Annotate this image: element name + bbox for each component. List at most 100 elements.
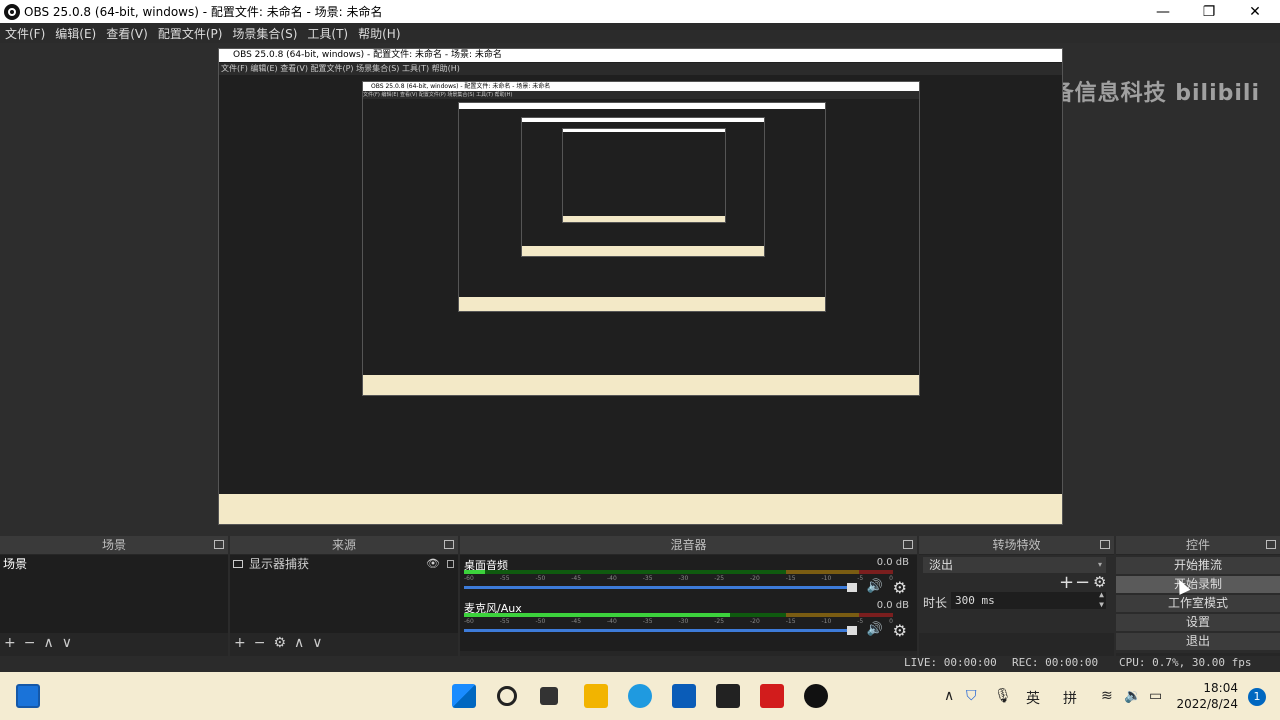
notification-badge[interactable]: 1 <box>1248 688 1266 706</box>
mixer-track-mic: 麦克风/Aux 0.0 dB -60 -55 -50 -45 -40 -35 -30 -25-… <box>464 600 909 640</box>
intellij-icon[interactable] <box>716 684 740 708</box>
shield-icon[interactable]: ⛉ <box>966 688 977 704</box>
obs-logo-icon <box>4 3 20 20</box>
menu-help[interactable]: 帮助(H) <box>353 25 405 42</box>
sources-toolbar: + − ⚙ ∧ ∨ <box>230 634 458 652</box>
move-down-icon[interactable]: ∨ <box>62 635 72 651</box>
controls-dock: 控件 开始推流 开始录制 工作室模式 设置 退出 <box>1116 536 1280 656</box>
close-icon: ✕ <box>1249 3 1261 20</box>
volume-slider[interactable] <box>464 583 857 592</box>
system-clock[interactable]: 18:04 2022/8/24 <box>1176 680 1238 712</box>
start-recording-button[interactable]: 开始录制 <box>1116 576 1280 593</box>
battery-icon[interactable]: ▭ <box>1149 688 1162 704</box>
menu-profile[interactable]: 配置文件(P) <box>153 25 228 42</box>
float-dock-icon[interactable] <box>903 540 913 549</box>
nested-menu-1: 文件(F) 编辑(E) 查看(V) 配置文件(P) 场景集合(S) 工具(T) … <box>219 63 1062 75</box>
float-dock-icon[interactable] <box>214 540 224 549</box>
remove-transition-icon[interactable]: − <box>1075 572 1090 593</box>
close-button[interactable]: ✕ <box>1232 0 1278 23</box>
minimize-icon: — <box>1156 3 1170 20</box>
float-dock-icon[interactable] <box>444 540 454 549</box>
studio-mode-button[interactable]: 工作室模式 <box>1116 595 1280 612</box>
lock-icon[interactable] <box>447 560 454 568</box>
transition-select-value: 淡出 <box>929 558 954 572</box>
file-explorer-icon[interactable] <box>584 684 608 708</box>
float-dock-icon[interactable] <box>1266 540 1276 549</box>
preview-canvas[interactable]: 图宁完备信息科技 bilibili OBS 25.0.8 (64-bit, wi… <box>0 43 1280 536</box>
nested-capture-3 <box>458 102 826 312</box>
menu-file[interactable]: 文件(F) <box>0 25 50 42</box>
slider-handle[interactable] <box>847 626 857 635</box>
stepper-icon[interactable]: ▲ ▼ <box>1099 590 1104 610</box>
widgets-icon[interactable] <box>16 684 40 708</box>
edge-icon[interactable] <box>628 684 652 708</box>
float-dock-icon[interactable] <box>1100 540 1110 549</box>
clock-date: 2022/8/24 <box>1176 697 1238 711</box>
cpu-status: CPU: 0.7%, 30.00 fps <box>1119 656 1252 669</box>
move-up-icon[interactable]: ∧ <box>43 635 53 651</box>
menu-view[interactable]: 查看(V) <box>101 25 153 42</box>
obs-taskbar-icon[interactable] <box>804 684 828 708</box>
wifi-icon[interactable]: ≋ <box>1101 688 1113 704</box>
gear-icon[interactable]: ⚙ <box>1093 573 1106 591</box>
exit-button[interactable]: 退出 <box>1116 633 1280 650</box>
monitor-icon <box>233 560 243 568</box>
ime-language[interactable]: 英 <box>1026 688 1040 708</box>
minimize-button[interactable]: — <box>1140 0 1186 23</box>
add-scene-icon[interactable]: + <box>4 635 16 651</box>
add-transition-icon[interactable]: + <box>1059 572 1074 593</box>
ime-mode[interactable]: 拼 <box>1063 688 1077 708</box>
transition-select[interactable]: 淡出 ▾ <box>923 557 1106 573</box>
task-view-icon[interactable] <box>540 687 558 705</box>
acrobat-icon[interactable] <box>760 684 784 708</box>
gear-icon[interactable]: ⚙ <box>893 578 907 597</box>
scene-item[interactable]: 场景 <box>0 555 228 573</box>
menu-scene-collection[interactable]: 场景集合(S) <box>227 25 302 42</box>
eye-icon[interactable]: 👁 <box>426 555 440 573</box>
store-icon[interactable] <box>672 684 696 708</box>
track-db: 0.0 dB <box>876 557 909 568</box>
scenes-dock: 场景 场景 + − ∧ ∨ <box>0 536 228 656</box>
mixer-dock-title: 混音器 <box>460 536 917 554</box>
clock-time: 18:04 <box>1203 681 1238 695</box>
move-up-icon[interactable]: ∧ <box>294 635 304 651</box>
mixer-dock: 混音器 桌面音频 0.0 dB -60 -55 -50 -45 -40 -35 -30 -25… <box>460 536 917 656</box>
scenes-toolbar: + − ∧ ∨ <box>0 634 228 652</box>
chevron-down-icon: ▾ <box>1097 560 1102 569</box>
source-item[interactable]: 显示器捕获 👁 <box>230 555 458 573</box>
microphone-icon[interactable]: 🎙 <box>994 688 1012 704</box>
transitions-dock-title: 转场特效 <box>919 536 1114 554</box>
start-icon[interactable] <box>452 684 476 708</box>
scenes-list[interactable]: 场景 <box>0 555 228 633</box>
sources-list[interactable]: 显示器捕获 👁 <box>230 555 458 633</box>
source-item-label: 显示器捕获 <box>249 557 310 571</box>
nested-title-1: OBS 25.0.8 (64-bit, windows) - 配置文件: 未命名… <box>219 49 1062 62</box>
menu-edit[interactable]: 编辑(E) <box>50 25 101 42</box>
settings-button[interactable]: 设置 <box>1116 614 1280 631</box>
volume-meter <box>464 613 893 617</box>
search-icon[interactable] <box>497 686 517 706</box>
status-bar: LIVE: 00:00:00 REC: 00:00:00 CPU: 0.7%, … <box>0 656 1280 670</box>
slider-handle[interactable] <box>847 583 857 592</box>
rec-status: REC: 00:00:00 <box>1012 656 1099 669</box>
volume-icon[interactable]: 🔉 <box>1124 688 1141 704</box>
window-titlebar[interactable]: OBS 25.0.8 (64-bit, windows) - 配置文件: 未命名… <box>0 0 1280 23</box>
track-db: 0.0 dB <box>876 600 909 611</box>
add-source-icon[interactable]: + <box>234 635 246 651</box>
remove-source-icon[interactable]: − <box>254 635 266 651</box>
speaker-icon[interactable]: 🔊 <box>867 622 883 637</box>
remove-scene-icon[interactable]: − <box>24 635 36 651</box>
start-streaming-button[interactable]: 开始推流 <box>1116 557 1280 574</box>
menu-tools[interactable]: 工具(T) <box>302 25 353 42</box>
maximize-button[interactable]: ❐ <box>1186 0 1232 23</box>
gear-icon[interactable]: ⚙ <box>893 621 907 640</box>
window-title: OBS 25.0.8 (64-bit, windows) - 配置文件: 未命名… <box>24 5 383 19</box>
move-down-icon[interactable]: ∨ <box>312 635 322 651</box>
duration-value: 300 ms <box>955 594 995 607</box>
chevron-up-icon[interactable]: ∧ <box>944 688 954 704</box>
mixer-body: 桌面音频 0.0 dB -60 -55 -50 -45 -40 -35 -30 -25 -20-… <box>460 555 917 651</box>
duration-input[interactable]: 300 ms ▲ ▼ <box>951 590 1106 610</box>
source-settings-icon[interactable]: ⚙ <box>273 635 286 651</box>
volume-slider[interactable] <box>464 626 857 635</box>
speaker-icon[interactable]: 🔊 <box>867 579 883 594</box>
